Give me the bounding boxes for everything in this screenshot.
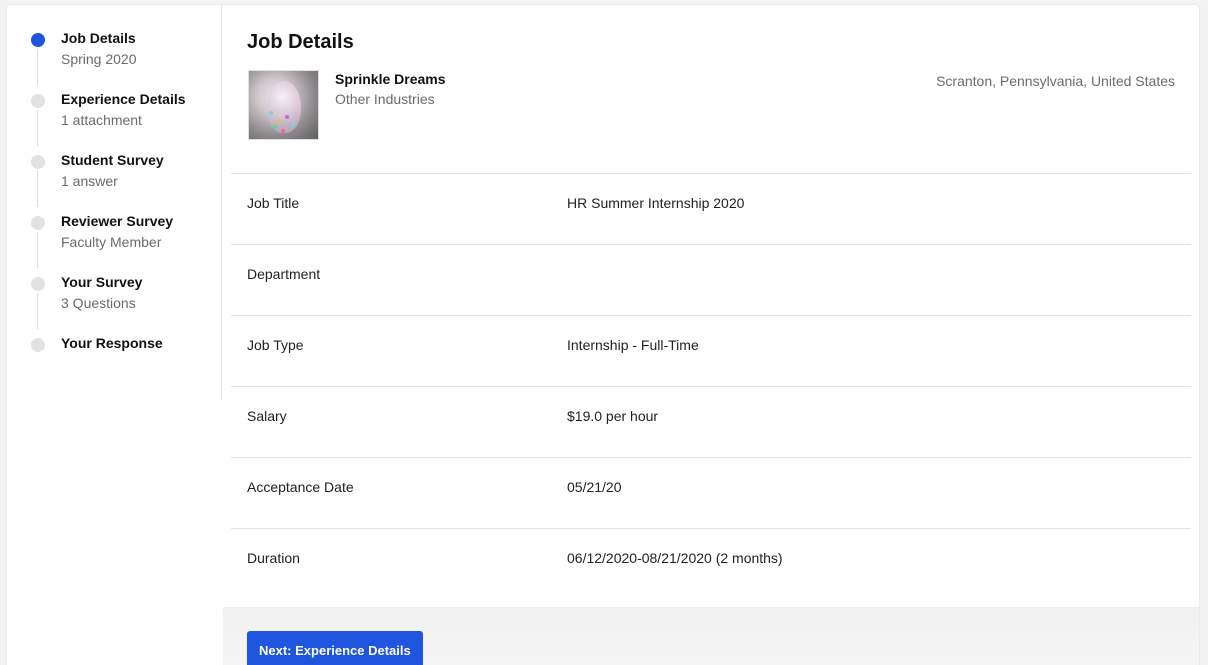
detail-row-duration: Duration 06/12/2020-08/21/2020 (2 months…: [231, 528, 1191, 599]
step-dot-icon: [31, 216, 45, 230]
detail-label: Department: [247, 266, 321, 282]
detail-row-salary: Salary $19.0 per hour: [231, 386, 1191, 457]
detail-value: Internship - Full-Time: [567, 337, 699, 353]
step-subtitle: 1 attachment: [61, 112, 142, 128]
detail-label: Acceptance Date: [247, 479, 354, 495]
step-active-dot-icon: [31, 33, 45, 47]
progress-stepper: Job Details Spring 2020 Experience Detai…: [7, 5, 222, 400]
detail-row-job-title: Job Title HR Summer Internship 2020: [231, 173, 1191, 244]
action-footer: Next: Experience Details: [223, 607, 1199, 665]
step-dot-icon: [31, 155, 45, 169]
step-student-survey[interactable]: Student Survey 1 answer: [7, 127, 222, 207]
step-dot-icon: [31, 94, 45, 108]
step-title: Your Survey: [61, 274, 143, 290]
step-subtitle: 1 answer: [61, 173, 118, 189]
step-your-survey[interactable]: Your Survey 3 Questions: [7, 249, 222, 329]
company-name: Sprinkle Dreams: [335, 71, 446, 87]
step-title: Your Response: [61, 335, 163, 351]
detail-label: Job Type: [247, 337, 304, 353]
detail-label: Salary: [247, 408, 287, 424]
detail-row-department: Department: [231, 244, 1191, 315]
step-subtitle: Faculty Member: [61, 234, 162, 250]
detail-value: $19.0 per hour: [567, 408, 659, 424]
detail-value: 05/21/20: [567, 479, 622, 495]
job-details-panel: Job Details Sprinkle Dreams Other Indust…: [223, 5, 1199, 665]
step-title: Job Details: [61, 30, 136, 46]
detail-value: HR Summer Internship 2020: [567, 195, 745, 211]
step-experience-details[interactable]: Experience Details 1 attachment: [7, 66, 222, 146]
content-card: Job Details Spring 2020 Experience Detai…: [7, 5, 1199, 665]
company-industry: Other Industries: [335, 91, 435, 107]
step-title: Reviewer Survey: [61, 213, 174, 229]
detail-label: Job Title: [247, 195, 300, 211]
step-reviewer-survey[interactable]: Reviewer Survey Faculty Member: [7, 188, 222, 268]
step-title: Experience Details: [61, 91, 186, 107]
detail-value: 06/12/2020-08/21/2020 (2 months): [567, 550, 783, 566]
step-title: Student Survey: [61, 152, 164, 168]
page-title: Job Details: [247, 31, 354, 53]
step-job-details[interactable]: Job Details Spring 2020: [7, 5, 222, 85]
company-location: Scranton, Pennsylvania, United States: [936, 73, 1175, 89]
details-table: Job Title HR Summer Internship 2020 Depa…: [231, 173, 1191, 599]
next-experience-details-button[interactable]: Next: Experience Details: [247, 631, 423, 665]
step-dot-icon: [31, 277, 45, 291]
step-your-response[interactable]: Your Response: [7, 310, 222, 366]
detail-row-acceptance-date: Acceptance Date 05/21/20: [231, 457, 1191, 528]
company-logo: [248, 70, 319, 140]
step-dot-icon: [31, 338, 45, 352]
detail-row-job-type: Job Type Internship - Full-Time: [231, 315, 1191, 386]
step-subtitle: Spring 2020: [61, 51, 137, 67]
detail-label: Duration: [247, 550, 300, 566]
step-subtitle: 3 Questions: [61, 295, 136, 311]
